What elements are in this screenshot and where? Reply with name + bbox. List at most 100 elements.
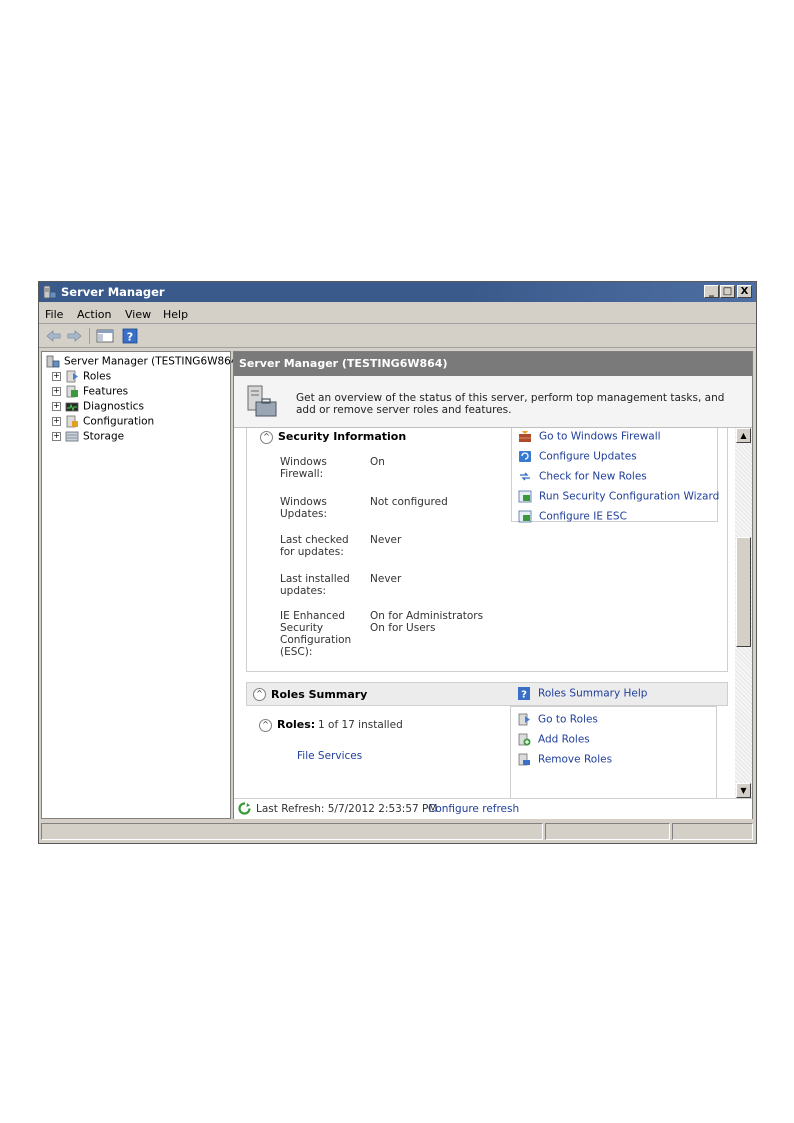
configuration-icon xyxy=(66,415,78,428)
help-icon[interactable]: ? xyxy=(121,327,139,345)
last-installed-value: Never xyxy=(370,573,402,585)
close-button[interactable]: X xyxy=(737,285,752,298)
add-roles-icon xyxy=(518,733,531,746)
diagnostics-icon xyxy=(65,402,79,412)
svg-text:?: ? xyxy=(127,331,133,344)
toolbar: ? xyxy=(39,325,756,348)
file-services-link[interactable]: File Services xyxy=(297,750,362,762)
back-arrow-icon[interactable] xyxy=(45,327,63,345)
tree-root-label: Server Manager (TESTING6W864) xyxy=(64,355,242,368)
last-installed-label: Last installed updates: xyxy=(280,573,350,597)
security-tasks-panel: Go to Windows Firewall Configure Updates… xyxy=(511,428,719,523)
expand-icon[interactable]: + xyxy=(52,417,61,426)
last-refresh-text: Last Refresh: 5/7/2012 2:53:57 PM xyxy=(256,803,438,815)
task-remove-roles[interactable]: Remove Roles xyxy=(517,753,612,766)
overview-text: Get an overview of the status of this se… xyxy=(296,392,725,416)
toolbar-separator xyxy=(89,328,90,344)
security-information-title: Security Information xyxy=(278,430,407,443)
task-run-security-configuration-wizard[interactable]: Run Security Configuration Wizard xyxy=(518,490,719,503)
maximize-button[interactable]: □ xyxy=(720,285,735,298)
expand-icon[interactable]: + xyxy=(52,387,61,396)
scroll-up-button[interactable]: ▲ xyxy=(736,428,751,443)
status-cell-3 xyxy=(672,823,753,840)
roles-icon xyxy=(66,370,78,383)
menu-view[interactable]: View xyxy=(125,308,151,321)
status-cell-main xyxy=(41,823,543,840)
refresh-icon xyxy=(238,802,251,815)
last-checked-label: Last checked for updates: xyxy=(280,534,349,558)
collapse-icon[interactable]: ^ xyxy=(253,688,266,701)
tree-item-storage[interactable]: + Storage xyxy=(52,430,124,443)
help-icon: ? xyxy=(518,687,530,701)
svg-text:?: ? xyxy=(521,690,527,701)
task-go-to-roles[interactable]: Go to Roles xyxy=(517,713,598,726)
windows-update-icon xyxy=(519,451,531,462)
overview-banner: Get an overview of the status of this se… xyxy=(234,376,752,428)
console-tree: Server Manager (TESTING6W864) + Roles + … xyxy=(41,351,242,819)
task-go-to-windows-firewall[interactable]: Go to Windows Firewall xyxy=(518,430,661,443)
storage-icon xyxy=(65,431,79,442)
tree-item-label: Diagnostics xyxy=(83,400,144,413)
vertical-scrollbar[interactable]: ▲ ▼ xyxy=(735,428,752,798)
menu-file[interactable]: File xyxy=(45,308,63,321)
task-check-for-new-roles[interactable]: Check for New Roles xyxy=(518,470,647,483)
status-cell-2 xyxy=(545,823,670,840)
tree-item-label: Features xyxy=(83,385,129,398)
content-scroll-area[interactable]: ^ Security Information Windows Firewall:… xyxy=(234,428,752,798)
features-icon xyxy=(66,385,78,398)
tree-item-label: Storage xyxy=(83,430,125,443)
security-information-section: ^ Security Information Windows Firewall:… xyxy=(246,428,728,672)
windows-updates-value: Not configured xyxy=(370,496,448,508)
scroll-down-button[interactable]: ▼ xyxy=(736,783,751,798)
remove-roles-icon xyxy=(518,753,530,766)
minimize-button[interactable]: _ xyxy=(704,285,719,298)
roles-summary-header: ^ Roles Summary ? Roles Summary Help xyxy=(246,682,728,706)
roles-section: ^ Roles: 1 of 17 installed File Services… xyxy=(246,706,728,798)
configure-refresh-link[interactable]: Configure refresh xyxy=(428,803,519,815)
refresh-arrows-icon xyxy=(520,472,530,481)
roles-summary-help-link[interactable]: ? Roles Summary Help xyxy=(517,687,647,700)
task-configure-updates[interactable]: Configure Updates xyxy=(518,450,637,463)
collapse-icon[interactable]: ^ xyxy=(260,431,273,444)
roles-label: Roles: xyxy=(277,718,316,731)
server-manager-icon xyxy=(46,355,60,368)
firewall-icon xyxy=(519,431,531,442)
expand-icon[interactable]: + xyxy=(52,372,61,381)
tree-item-label: Configuration xyxy=(83,415,155,428)
status-bar xyxy=(39,822,756,842)
security-wizard-icon xyxy=(518,490,532,503)
windows-updates-label: Windows Updates: xyxy=(280,496,328,520)
server-manager-app-icon xyxy=(43,285,57,299)
collapse-icon[interactable]: ^ xyxy=(259,719,272,732)
expand-icon[interactable]: + xyxy=(52,432,61,441)
last-checked-value: Never xyxy=(370,534,402,546)
menu-action[interactable]: Action xyxy=(77,308,111,321)
details-pane: Server Manager (TESTING6W864) Get an ove… xyxy=(233,351,753,819)
tree-root-server-manager[interactable]: Server Manager (TESTING6W864) xyxy=(46,355,242,368)
task-configure-ie-esc[interactable]: Configure IE ESC xyxy=(518,510,627,523)
show-hide-console-tree-icon[interactable] xyxy=(95,327,115,345)
title-bar[interactable]: Server Manager _ □ X xyxy=(39,282,756,302)
server-manager-window: Server Manager _ □ X File Action View He… xyxy=(38,281,757,844)
expand-icon[interactable]: + xyxy=(52,402,61,411)
tree-item-roles[interactable]: + Roles xyxy=(52,370,111,383)
menu-help[interactable]: Help xyxy=(163,308,188,321)
tree-item-features[interactable]: + Features xyxy=(52,385,128,398)
window-title: Server Manager xyxy=(61,285,165,299)
scroll-thumb[interactable] xyxy=(736,537,751,647)
ie-esc-icon xyxy=(518,510,532,523)
ie-esc-value-users: On for Users xyxy=(370,622,436,634)
ie-esc-label: IE Enhanced Security Configuration (ESC)… xyxy=(280,610,352,658)
task-add-roles[interactable]: Add Roles xyxy=(517,733,590,746)
tree-item-label: Roles xyxy=(83,370,112,383)
ie-esc-value-admins: On for Administrators xyxy=(370,610,484,622)
windows-firewall-label: Windows Firewall: xyxy=(280,456,327,480)
forward-arrow-icon[interactable] xyxy=(65,327,83,345)
tree-item-diagnostics[interactable]: + Diagnostics xyxy=(52,400,144,413)
details-header: Server Manager (TESTING6W864) xyxy=(234,352,752,376)
roles-tasks-panel: Go to Roles Add Roles Remove Roles xyxy=(510,706,717,798)
tree-item-configuration[interactable]: + Configuration xyxy=(52,415,154,428)
menu-bar: File Action View Help xyxy=(39,303,756,324)
roles-icon xyxy=(518,713,530,726)
roles-count: 1 of 17 installed xyxy=(318,719,403,731)
